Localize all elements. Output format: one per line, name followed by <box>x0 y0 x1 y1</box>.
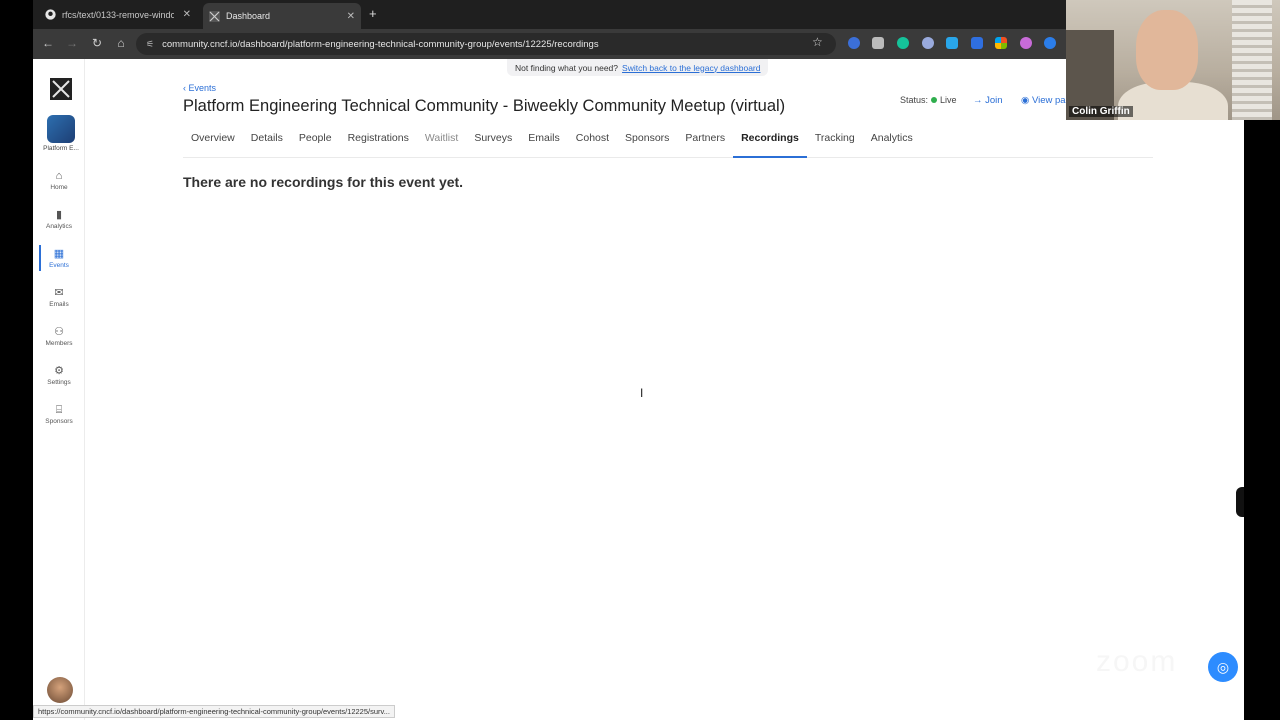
sidebar-item-members[interactable]: ⚇ Members <box>33 325 85 357</box>
browser-tab-github[interactable]: rfcs/text/0133-remove-window ✕ <box>39 4 197 25</box>
view-page-link[interactable]: ◉ View pa <box>1021 95 1066 106</box>
text-cursor-icon: I <box>640 386 644 400</box>
breadcrumb[interactable]: ‹ Events <box>183 83 216 93</box>
zoom-side-handle[interactable] <box>1236 487 1244 517</box>
live-dot-icon <box>931 97 938 103</box>
sidebar-item-settings[interactable]: ⚙ Settings <box>33 364 85 396</box>
browser-tab-dashboard[interactable]: Dashboard ✕ <box>203 3 361 29</box>
sidebar-item-home[interactable]: ⌂ Home <box>33 169 85 201</box>
extension-icon[interactable] <box>946 37 958 49</box>
storefront-icon: ⌸ <box>55 404 63 416</box>
reload-icon[interactable]: ↻ <box>90 36 104 50</box>
dashboard-page: Not finding what you need? Switch back t… <box>33 59 1244 720</box>
analytics-icon: ▮ <box>55 209 63 221</box>
link-status-bar: https://community.cncf.io/dashboard/plat… <box>33 705 395 718</box>
sidebar-item-emails[interactable]: ✉ Emails <box>33 286 85 318</box>
members-icon: ⚇ <box>54 326 64 338</box>
sidebar-item-label: Emails <box>49 301 69 308</box>
user-avatar[interactable] <box>47 677 73 703</box>
extension-icon[interactable] <box>971 37 983 49</box>
mail-icon: ✉ <box>54 287 64 299</box>
zoom-watermark: zoom <box>1096 645 1178 678</box>
banner-text: Not finding what you need? <box>515 62 619 73</box>
home-icon[interactable]: ⌂ <box>114 36 128 50</box>
sidebar-item-label: Analytics <box>45 223 72 230</box>
participant-name: Colin Griffin <box>1069 106 1133 117</box>
tab-recordings[interactable]: Recordings <box>733 125 807 158</box>
event-tabs: Overview Details People Registrations Wa… <box>183 125 1153 158</box>
status-badge: Live <box>940 95 957 105</box>
gear-icon: ⚙ <box>54 365 64 377</box>
github-icon <box>45 9 56 20</box>
tab-sponsors[interactable]: Sponsors <box>617 125 677 158</box>
browser-toolbar: ← → ↻ ⌂ ⚟ community.cncf.io/dashboard/pl… <box>33 29 1066 59</box>
sidebar-item-label: Home <box>50 184 68 191</box>
sidebar: Platform E... ⌂ Home ▮ Analytics ▦ Event… <box>33 59 85 720</box>
view-page-label: View pa <box>1031 95 1066 106</box>
address-url: community.cncf.io/dashboard/platform-eng… <box>162 38 599 50</box>
cncf-logo[interactable] <box>50 78 72 100</box>
tab-cohost[interactable]: Cohost <box>568 125 617 158</box>
tab-tracking[interactable]: Tracking <box>807 125 863 158</box>
participant-head <box>1136 10 1198 90</box>
bookmark-star-icon[interactable]: ☆ <box>812 35 823 49</box>
breadcrumb-events-link[interactable]: Events <box>189 83 217 93</box>
forward-arrow-icon[interactable]: → <box>65 36 79 50</box>
grammarly-icon[interactable] <box>897 37 909 49</box>
tab-label: rfcs/text/0133-remove-window <box>62 9 174 20</box>
chevron-left-icon: ‹ <box>183 83 186 93</box>
browser-tab-bar: rfcs/text/0133-remove-window ✕ Dashboard… <box>33 0 1066 29</box>
sidebar-item-sponsors[interactable]: ⌸ Sponsors <box>33 403 85 435</box>
tab-surveys[interactable]: Surveys <box>466 125 520 158</box>
group-avatar[interactable] <box>47 115 75 143</box>
close-tab-icon[interactable]: ✕ <box>183 9 191 20</box>
legacy-dashboard-banner: Not finding what you need? Switch back t… <box>507 59 769 76</box>
tab-partners[interactable]: Partners <box>677 125 733 158</box>
video-background <box>1232 0 1272 120</box>
status-label: Status: <box>900 95 929 105</box>
join-link[interactable]: → Join <box>973 95 1003 106</box>
event-status: Status: Live <box>900 95 957 105</box>
extension-icon[interactable] <box>872 37 884 49</box>
calendar-icon: ▦ <box>53 248 65 260</box>
tab-registrations[interactable]: Registrations <box>340 125 417 158</box>
group-label: Platform E... <box>43 145 79 152</box>
microsoft-icon[interactable] <box>995 37 1007 49</box>
legacy-dashboard-link[interactable]: Switch back to the legacy dashboard <box>622 63 760 73</box>
tab-people[interactable]: People <box>291 125 340 158</box>
arrow-right-icon: → <box>973 95 983 106</box>
tab-details[interactable]: Details <box>243 125 291 158</box>
sidebar-item-label: Events <box>49 262 69 269</box>
extension-icon[interactable] <box>848 37 860 49</box>
tab-overview[interactable]: Overview <box>183 125 243 158</box>
tab-emails[interactable]: Emails <box>520 125 568 158</box>
screen: rfcs/text/0133-remove-window ✕ Dashboard… <box>0 0 1280 720</box>
close-tab-icon[interactable]: ✕ <box>347 11 355 22</box>
sidebar-item-events[interactable]: ▦ Events <box>33 247 85 279</box>
home-icon: ⌂ <box>55 170 63 182</box>
extension-icon[interactable] <box>1020 37 1032 49</box>
eye-icon: ◉ <box>1021 95 1030 106</box>
page-title: Platform Engineering Technical Community… <box>183 97 786 115</box>
tab-waitlist[interactable]: Waitlist <box>417 125 466 158</box>
dashboard-favicon <box>209 10 220 22</box>
participant-video: Colin Griffin <box>1066 0 1280 120</box>
sidebar-item-label: Settings <box>47 379 71 386</box>
join-label: Join <box>985 95 1003 106</box>
tab-analytics[interactable]: Analytics <box>863 125 921 158</box>
back-arrow-icon[interactable]: ← <box>41 36 55 50</box>
sidebar-item-analytics[interactable]: ▮ Analytics <box>33 208 85 240</box>
zoom-app-icon[interactable]: ◎ <box>1208 652 1238 682</box>
tab-label: Dashboard <box>226 11 271 21</box>
empty-state-message: There are no recordings for this event y… <box>183 174 464 190</box>
new-tab-icon[interactable]: + <box>369 6 377 21</box>
address-bar[interactable]: ⚟ community.cncf.io/dashboard/platform-e… <box>136 33 836 55</box>
site-info-icon[interactable]: ⚟ <box>146 39 154 50</box>
extension-icon[interactable] <box>1044 37 1056 49</box>
sidebar-item-label: Sponsors <box>45 418 73 425</box>
sidebar-item-label: Members <box>45 340 73 347</box>
extension-icon[interactable] <box>922 37 934 49</box>
